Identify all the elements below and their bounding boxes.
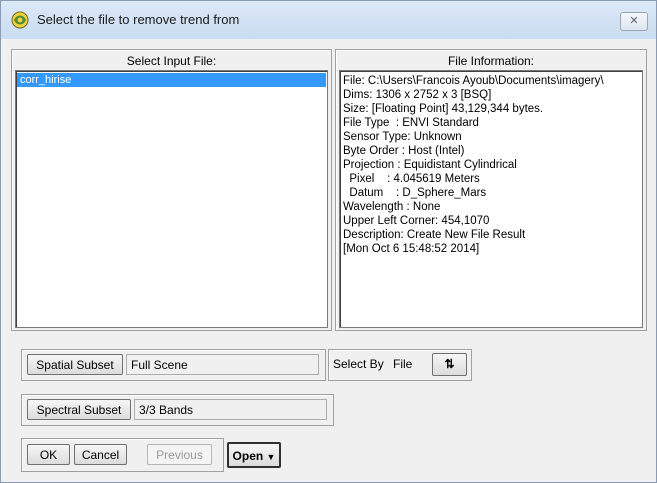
- file-info-line: Upper Left Corner: 454,1070: [343, 215, 490, 227]
- previous-button[interactable]: Previous: [147, 444, 212, 465]
- select-by-value: File: [393, 357, 413, 371]
- file-info-panel: File Information: File: C:\Users\Francoi…: [335, 49, 647, 331]
- file-info-line: File Type : ENVI Standard: [343, 117, 479, 129]
- file-info-line: Sensor Type: Unknown: [343, 131, 462, 143]
- list-item[interactable]: corr_hirise: [17, 73, 326, 87]
- input-file-list[interactable]: corr_hirise: [15, 70, 328, 328]
- file-info-line: File: C:\Users\Francois Ayoub\Documents\…: [343, 75, 604, 87]
- sort-button[interactable]: ⇅: [432, 353, 467, 376]
- action-button-group: OK Cancel Previous: [21, 438, 224, 472]
- ok-button[interactable]: OK: [27, 444, 70, 465]
- dialog-body: Select Input File: corr_hirise File Info…: [1, 39, 656, 482]
- spatial-subset-group: Spatial Subset Full Scene: [21, 349, 326, 381]
- file-info-line: [Mon Oct 6 15:48:52 2014]: [343, 243, 480, 255]
- file-info-box: File: C:\Users\Francois Ayoub\Documents\…: [339, 70, 643, 328]
- select-by-group: Select By File ⇅: [328, 349, 472, 381]
- envi-app-icon: [11, 11, 29, 29]
- file-info-panel-title: File Information:: [447, 54, 535, 68]
- spatial-subset-button[interactable]: Spatial Subset: [27, 354, 123, 375]
- cancel-button[interactable]: Cancel: [74, 444, 127, 465]
- spectral-subset-value: 3/3 Bands: [134, 399, 327, 420]
- spectral-subset-button[interactable]: Spectral Subset: [27, 399, 131, 420]
- close-icon: ✕: [629, 15, 639, 27]
- input-file-panel: Select Input File: corr_hirise: [11, 49, 332, 331]
- file-info-line: Byte Order : Host (Intel): [343, 145, 465, 157]
- file-info-line: Dims: 1306 x 2752 x 3 [BSQ]: [343, 89, 492, 101]
- file-info-line: Projection : Equidistant Cylindrical: [343, 159, 517, 171]
- dialog-window: Select the file to remove trend from ✕ S…: [0, 0, 657, 483]
- file-info-line: Size: [Floating Point] 43,129,344 bytes.: [343, 103, 544, 115]
- title-bar: Select the file to remove trend from ✕: [1, 1, 656, 39]
- dropdown-arrow-icon: ▼: [266, 452, 276, 462]
- open-menu-button[interactable]: Open ▼: [227, 442, 281, 468]
- close-button[interactable]: ✕: [620, 12, 648, 31]
- sort-arrows-icon: ⇅: [444, 357, 455, 371]
- spectral-subset-group: Spectral Subset 3/3 Bands: [21, 394, 334, 426]
- file-info-line: Datum : D_Sphere_Mars: [343, 187, 487, 199]
- file-info-line: Description: Create New File Result: [343, 229, 526, 241]
- open-button-label: Open: [232, 449, 264, 463]
- file-info-line: Wavelength : None: [343, 201, 441, 213]
- file-info-text: File: C:\Users\Francois Ayoub\Documents\…: [343, 74, 604, 256]
- select-by-label: Select By: [333, 357, 384, 371]
- file-info-line: Pixel : 4.045619 Meters: [343, 173, 480, 185]
- window-title: Select the file to remove trend from: [37, 12, 240, 27]
- input-file-panel-title: Select Input File:: [126, 54, 217, 68]
- spatial-subset-value: Full Scene: [126, 354, 319, 375]
